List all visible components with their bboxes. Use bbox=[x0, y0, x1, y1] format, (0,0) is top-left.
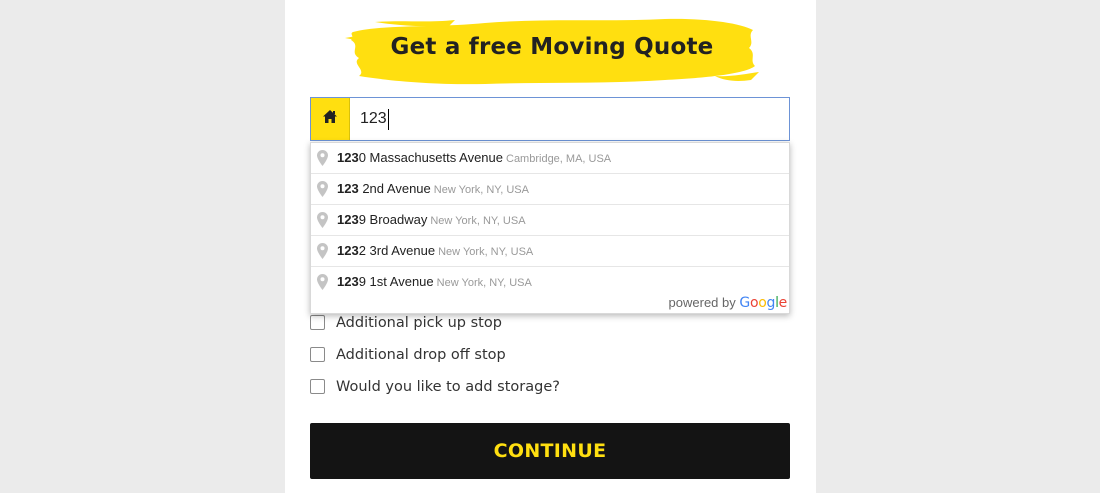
page-title: Get a free Moving Quote bbox=[390, 34, 714, 60]
suggestion-text: 1230 Massachusetts Avenue Cambridge, MA, … bbox=[337, 150, 612, 165]
checkbox-row-storage[interactable]: Would you like to add storage? bbox=[310, 378, 710, 396]
suggestion-item[interactable]: 123 2nd Avenue New York, NY, USA bbox=[311, 174, 789, 205]
suggestion-secondary: New York, NY, USA bbox=[433, 184, 529, 196]
address-field[interactable] bbox=[310, 97, 790, 141]
text-caret bbox=[388, 109, 389, 130]
home-icon bbox=[323, 110, 337, 123]
autocomplete-dropdown: 1230 Massachusetts Avenue Cambridge, MA, … bbox=[310, 142, 790, 314]
suggestion-item[interactable]: 1239 1st Avenue New York, NY, USA bbox=[311, 267, 789, 297]
storage-checkbox[interactable] bbox=[310, 379, 325, 394]
title-banner: Get a free Moving Quote bbox=[345, 14, 759, 88]
map-pin-icon bbox=[317, 212, 328, 228]
suggestion-secondary: Cambridge, MA, USA bbox=[506, 153, 612, 165]
suggestion-text: 1239 1st Avenue New York, NY, USA bbox=[337, 274, 532, 289]
suggestion-item[interactable]: 1239 Broadway New York, NY, USA bbox=[311, 205, 789, 236]
continue-button[interactable]: CONTINUE bbox=[310, 423, 790, 479]
map-pin-icon bbox=[317, 274, 328, 290]
checkbox-row-dropoff[interactable]: Additional drop off stop bbox=[310, 346, 710, 364]
powered-by-text: powered by bbox=[668, 295, 736, 310]
suggestion-secondary: New York, NY, USA bbox=[430, 215, 526, 227]
checkbox-row-pickup[interactable]: Additional pick up stop bbox=[310, 314, 710, 332]
suggestion-text: 123 2nd Avenue New York, NY, USA bbox=[337, 181, 529, 196]
quote-form-card: Get a free Moving Quote 1230 Massachuset… bbox=[285, 0, 816, 493]
powered-by-google: powered by Google bbox=[668, 295, 788, 311]
google-logo: Google bbox=[739, 295, 787, 311]
suggestion-item[interactable]: 1230 Massachusetts Avenue Cambridge, MA, … bbox=[311, 143, 789, 174]
pickup-stop-checkbox[interactable] bbox=[310, 315, 325, 330]
checkbox-label: Additional pick up stop bbox=[336, 315, 502, 331]
suggestion-secondary: New York, NY, USA bbox=[438, 246, 534, 258]
address-input[interactable] bbox=[360, 98, 780, 140]
suggestion-secondary: New York, NY, USA bbox=[436, 277, 532, 289]
map-pin-icon bbox=[317, 150, 328, 166]
home-icon-box bbox=[311, 98, 350, 140]
suggestion-item[interactable]: 1232 3rd Avenue New York, NY, USA bbox=[311, 236, 789, 267]
suggestion-text: 1232 3rd Avenue New York, NY, USA bbox=[337, 243, 534, 258]
map-pin-icon bbox=[317, 243, 328, 259]
suggestion-text: 1239 Broadway New York, NY, USA bbox=[337, 212, 526, 227]
dropoff-stop-checkbox[interactable] bbox=[310, 347, 325, 362]
checkbox-label: Additional drop off stop bbox=[336, 347, 506, 363]
checkbox-label: Would you like to add storage? bbox=[336, 379, 560, 395]
map-pin-icon bbox=[317, 181, 328, 197]
